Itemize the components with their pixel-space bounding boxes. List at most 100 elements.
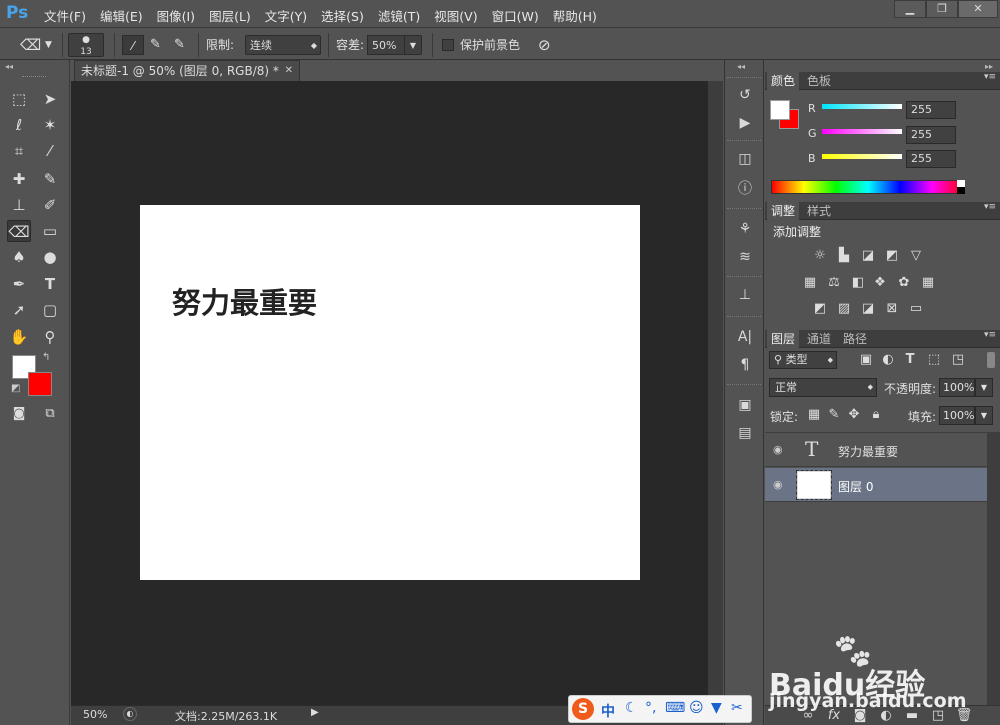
b-channel-slider[interactable] bbox=[822, 154, 902, 159]
layer-row-selected[interactable]: ◉ 图层 0 bbox=[765, 468, 987, 502]
fill-input[interactable]: 100% bbox=[939, 406, 975, 425]
ime-skin-icon[interactable]: ▼ bbox=[711, 700, 722, 716]
channel-mixer-icon[interactable]: ✿ bbox=[895, 275, 913, 291]
tab-layers[interactable]: 图层 bbox=[767, 330, 800, 348]
clone-source-icon[interactable]: ⊥ bbox=[733, 284, 757, 306]
path-selection-tool-icon[interactable]: ➚ bbox=[7, 299, 31, 321]
brush-panel-icon[interactable]: ≋ bbox=[733, 246, 757, 268]
delete-layer-icon[interactable]: 🗑︎ bbox=[955, 708, 973, 724]
filter-toggle[interactable] bbox=[987, 352, 995, 368]
filter-smart-object-icon[interactable]: ◳ bbox=[949, 352, 967, 368]
layer-comps-icon[interactable]: ▣ bbox=[733, 394, 757, 416]
zoom-tool-icon[interactable]: ⚲ bbox=[38, 326, 62, 348]
menu-window[interactable]: 窗口(W) bbox=[492, 6, 539, 25]
3d-panel-icon[interactable]: ◫ bbox=[733, 148, 757, 170]
tab-color[interactable]: 颜色 bbox=[767, 72, 800, 90]
lock-position-icon[interactable]: ✥ bbox=[845, 407, 863, 423]
g-channel-value[interactable]: 255 bbox=[906, 126, 956, 144]
lock-transparent-icon[interactable]: ▦ bbox=[805, 407, 823, 423]
panel-menu-icon[interactable]: ▾≡ bbox=[984, 202, 996, 212]
panel-menu-icon[interactable]: ▾≡ bbox=[984, 72, 996, 82]
filter-pixel-icon[interactable]: ▣ bbox=[857, 352, 875, 368]
collapse-arrows-icon[interactable]: ◂◂ bbox=[5, 62, 13, 71]
collapse-panels-arrows-icon[interactable]: ▸▸ bbox=[985, 62, 993, 71]
ime-moon-icon[interactable]: ☾ bbox=[625, 700, 638, 716]
new-group-icon[interactable]: ▬ bbox=[903, 708, 921, 724]
healing-brush-tool-icon[interactable]: ✚ bbox=[7, 168, 31, 190]
ime-tools-icon[interactable]: ✂ bbox=[731, 700, 743, 716]
magic-wand-tool-icon[interactable]: ✶ bbox=[38, 114, 62, 136]
sogou-logo-icon[interactable]: S bbox=[572, 698, 594, 720]
visibility-eye-icon[interactable]: ◉ bbox=[773, 478, 783, 491]
layer-name[interactable]: 图层 0 bbox=[838, 478, 873, 495]
swap-colors-icon[interactable]: ↰ bbox=[42, 352, 50, 363]
shape-tool-icon[interactable]: ▢ bbox=[38, 299, 62, 321]
type-tool-icon[interactable]: T bbox=[38, 273, 62, 295]
canvas-scrollbar[interactable] bbox=[708, 81, 723, 705]
sampling-swatch-icon[interactable]: ✎ bbox=[174, 35, 185, 55]
close-button[interactable]: ✕ bbox=[958, 0, 998, 18]
exposure-icon[interactable]: ◩ bbox=[883, 248, 901, 264]
r-channel-slider[interactable] bbox=[822, 104, 902, 109]
tab-channels[interactable]: 通道 bbox=[803, 330, 835, 348]
color-lookup-icon[interactable]: ▦ bbox=[919, 275, 937, 291]
tab-swatches[interactable]: 色板 bbox=[803, 72, 835, 90]
panel-grip[interactable] bbox=[22, 76, 46, 79]
menu-type[interactable]: 文字(Y) bbox=[265, 6, 307, 25]
filter-adjustment-icon[interactable]: ◐ bbox=[879, 352, 897, 368]
sampling-once-icon[interactable]: ✎ bbox=[150, 35, 161, 55]
tab-paths[interactable]: 路径 bbox=[839, 330, 871, 348]
spectrum-black-white[interactable] bbox=[957, 180, 965, 194]
color-panel-foreground-swatch[interactable] bbox=[770, 100, 790, 120]
eraser-tool-icon[interactable]: ⌫ bbox=[7, 220, 31, 242]
ime-keyboard-icon[interactable]: ⌨ bbox=[665, 700, 685, 716]
actions-panel-icon[interactable]: ▶ bbox=[733, 112, 757, 134]
zoom-level[interactable]: 50% bbox=[83, 708, 107, 721]
brightness-icon[interactable]: ☼ bbox=[811, 248, 829, 264]
selective-color-icon[interactable]: ⊠ bbox=[883, 301, 901, 317]
blend-mode-select[interactable]: 正常 ◆ bbox=[769, 378, 877, 397]
brush-presets-icon[interactable]: ⚘ bbox=[733, 218, 757, 240]
b-channel-value[interactable]: 255 bbox=[906, 150, 956, 168]
new-layer-icon[interactable]: ◳ bbox=[929, 708, 947, 724]
tab-adjustments[interactable]: 调整 bbox=[767, 202, 800, 220]
lock-all-icon[interactable]: 🔒︎ bbox=[867, 407, 885, 423]
posterize-icon[interactable]: ▨ bbox=[835, 301, 853, 317]
ime-mode[interactable]: 中 bbox=[601, 701, 615, 721]
invert-icon[interactable]: ◩ bbox=[811, 301, 829, 317]
history-brush-tool-icon[interactable]: ✐ bbox=[38, 194, 62, 216]
history-panel-icon[interactable]: ↺ bbox=[733, 84, 757, 106]
brush-tool-icon[interactable]: ✎ bbox=[38, 168, 62, 190]
layer-name[interactable]: 努力最重要 bbox=[838, 443, 898, 460]
lock-pixels-icon[interactable]: ✎ bbox=[825, 407, 843, 423]
black-white-icon[interactable]: ◧ bbox=[849, 275, 867, 291]
visibility-eye-icon[interactable]: ◉ bbox=[773, 443, 783, 456]
info-panel-icon[interactable]: ⓘ bbox=[733, 178, 757, 200]
limit-select[interactable]: 连续 ◆ bbox=[245, 35, 321, 55]
expand-dock-arrows-icon[interactable]: ◂◂ bbox=[737, 62, 745, 71]
gradient-tool-icon[interactable]: ▭ bbox=[38, 220, 62, 242]
background-color-swatch[interactable] bbox=[28, 372, 52, 396]
menu-file[interactable]: 文件(F) bbox=[44, 6, 86, 25]
menu-help[interactable]: 帮助(H) bbox=[553, 6, 597, 25]
vibrance-icon[interactable]: ▽ bbox=[907, 248, 925, 264]
character-panel-icon[interactable]: A| bbox=[733, 326, 757, 348]
status-menu-arrow-icon[interactable]: ▶ bbox=[311, 707, 319, 718]
document-canvas[interactable]: 努力最重要 bbox=[140, 205, 640, 580]
quick-mask-icon[interactable]: ◙ bbox=[7, 403, 31, 425]
tab-styles[interactable]: 样式 bbox=[803, 202, 835, 220]
notes-panel-icon[interactable]: ▤ bbox=[733, 422, 757, 444]
default-colors-icon[interactable]: ◩ bbox=[11, 383, 20, 394]
g-channel-slider[interactable] bbox=[822, 129, 902, 134]
pressure-size-icon[interactable]: ⊘ bbox=[538, 35, 551, 55]
blur-tool-icon[interactable]: ♠ bbox=[7, 246, 31, 268]
screen-mode-icon[interactable]: ⧉ bbox=[38, 403, 62, 425]
menu-view[interactable]: 视图(V) bbox=[434, 6, 477, 25]
curves-icon[interactable]: ◪ bbox=[859, 248, 877, 264]
minimize-button[interactable]: ▁ bbox=[894, 0, 926, 18]
tool-preset-dropdown-icon[interactable]: ▼ bbox=[45, 35, 52, 55]
menu-filter[interactable]: 滤镜(T) bbox=[378, 6, 420, 25]
r-channel-value[interactable]: 255 bbox=[906, 101, 956, 119]
sampling-continuous-icon[interactable]: ⁄ bbox=[122, 35, 144, 55]
threshold-icon[interactable]: ◪ bbox=[859, 301, 877, 317]
